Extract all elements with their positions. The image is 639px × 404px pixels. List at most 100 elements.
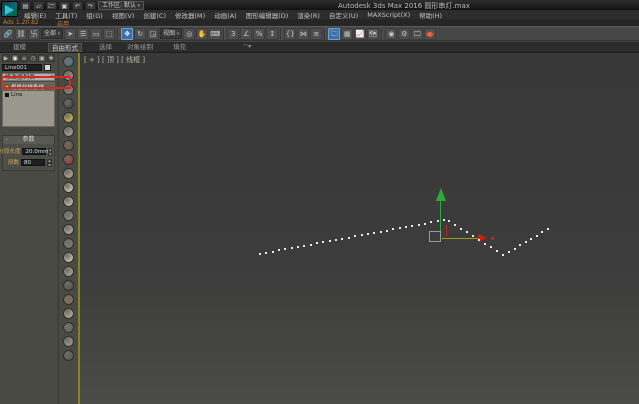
spline-vertex-dot[interactable]	[478, 238, 480, 241]
tab-create[interactable]: ▶	[2, 54, 10, 62]
tab-display[interactable]: ▣	[38, 54, 46, 62]
spline-vertex-dot[interactable]	[460, 227, 462, 230]
strip-icon-6[interactable]	[63, 140, 74, 151]
bind-spacewarp-icon[interactable]: 卐	[28, 27, 40, 40]
strip-icon-4[interactable]	[63, 112, 74, 123]
menu-动画(A)[interactable]: 动画(A)	[214, 10, 237, 20]
selected-vertex-dot[interactable]	[491, 237, 494, 240]
rotate-tool-icon[interactable]: ↻	[134, 27, 147, 40]
spinner-arrows[interactable]: ▴ ▾	[48, 147, 52, 156]
menu-编辑(E)[interactable]: 编辑(E)	[24, 10, 46, 20]
tab-hierarchy[interactable]: ≡	[20, 54, 28, 62]
undo-icon[interactable]: ↶	[72, 1, 83, 10]
spline-vertex-dot[interactable]	[379, 230, 382, 233]
viewport-label[interactable]: [ + ] [ 顶 ] [ 线框 ]	[84, 55, 145, 65]
spline-vertex-dot[interactable]	[443, 219, 445, 221]
ribbon-tab-自由形式[interactable]: 自由形式	[48, 43, 82, 52]
move-tool-icon[interactable]: ✥	[121, 27, 134, 40]
spline-vertex-dot[interactable]	[328, 240, 331, 243]
spline-vertex-dot[interactable]	[484, 242, 486, 245]
ref-coord-dropdown[interactable]: 视图	[160, 28, 183, 39]
strip-icon-12[interactable]	[63, 224, 74, 235]
manipulate-icon[interactable]: ✋	[196, 27, 209, 40]
strip-icon-21[interactable]	[63, 350, 74, 361]
spline-vertex-dot[interactable]	[502, 254, 504, 256]
spline-vertex-dot[interactable]	[448, 220, 450, 222]
spline-vertex-dot[interactable]	[404, 226, 407, 229]
tab-utilities[interactable]: ✚	[47, 54, 55, 62]
ribbon-tab-填充[interactable]: 填充	[170, 43, 189, 52]
menu-组(G)[interactable]: 组(G)	[86, 10, 103, 20]
menu-渲染(R)[interactable]: 渲染(R)	[297, 10, 320, 20]
param-spinner-field[interactable]: 20.0mm	[22, 147, 48, 155]
render-frame-icon[interactable]: 🖵	[411, 27, 424, 40]
spline-vertex-dot[interactable]	[316, 242, 319, 245]
viewport-top[interactable]: [ + ] [ 顶 ] [ 线框 ]	[78, 53, 639, 404]
strip-icon-20[interactable]	[63, 336, 74, 347]
gizmo-x-axis[interactable]	[442, 238, 478, 239]
spline-vertex-dot[interactable]	[490, 246, 492, 249]
spline-vertex-dot[interactable]	[454, 223, 456, 226]
object-name-field[interactable]: Line001	[2, 64, 42, 71]
menu-工具(T)[interactable]: 工具(T)	[55, 10, 77, 20]
select-link-icon[interactable]: 🔗	[2, 27, 14, 40]
spline-vertex-dot[interactable]	[366, 233, 369, 236]
menu-MAXScript(X)[interactable]: MAXScript(X)	[367, 11, 410, 19]
max-logo-button[interactable]	[1, 1, 18, 17]
spline-vertex-dot[interactable]	[341, 237, 344, 240]
spline-vertex-dot[interactable]	[411, 224, 414, 227]
redo-icon[interactable]: ↷	[85, 1, 96, 10]
kbd-override-icon[interactable]: ⌨	[209, 27, 222, 40]
strip-icon-5[interactable]	[63, 126, 74, 137]
spline-vertex-dot[interactable]	[417, 223, 420, 226]
workspace-dropdown[interactable]: 工作区: 默认	[98, 1, 145, 10]
spline-vertex-dot[interactable]	[265, 251, 268, 254]
param-spinner-field[interactable]: 80	[21, 158, 45, 166]
scale-tool-icon[interactable]: ◲	[147, 27, 160, 40]
spline-vertex-dot[interactable]	[284, 248, 287, 251]
spline-vertex-dot[interactable]	[508, 251, 510, 253]
spline-vertex-dot[interactable]	[547, 228, 549, 230]
menu-自定义(U)[interactable]: 自定义(U)	[329, 10, 358, 20]
open-file-icon[interactable]: 🗁	[46, 1, 57, 10]
spline-vertex-dot[interactable]	[297, 245, 300, 248]
angle-snap-icon[interactable]: ∠	[240, 27, 253, 40]
strip-icon-13[interactable]	[63, 238, 74, 249]
menu-视图(V)[interactable]: 视图(V)	[112, 10, 135, 20]
spline-vertex-dot[interactable]	[398, 227, 401, 230]
menu-图形编辑器(D)[interactable]: 图形编辑器(D)	[246, 10, 289, 20]
spline-vertex-dot[interactable]	[423, 222, 426, 225]
spline-vertex-dot[interactable]	[259, 253, 261, 255]
spline-vertex-dot[interactable]	[290, 247, 293, 250]
spline-vertex-dot[interactable]	[524, 241, 527, 244]
strip-icon-15[interactable]	[63, 266, 74, 277]
selection-filter-dropdown[interactable]: 全部	[41, 28, 64, 39]
save-icon[interactable]: ▣	[59, 1, 70, 10]
render-setup-icon[interactable]: ⚙	[398, 27, 411, 40]
spline-vertex-dot[interactable]	[496, 250, 498, 253]
strip-icon-14[interactable]	[63, 252, 74, 263]
strip-icon-9[interactable]	[63, 182, 74, 193]
spline-vertex-dot[interactable]	[436, 220, 439, 223]
material-editor-icon[interactable]: ◉	[385, 27, 398, 40]
ribbon-toggle-icon[interactable]: ▦	[341, 27, 354, 40]
stack-item-line[interactable]: Line	[3, 91, 54, 99]
spline-vertex-dot[interactable]	[354, 235, 357, 238]
strip-icon-16[interactable]	[63, 280, 74, 291]
new-file-icon[interactable]: ▱	[33, 1, 44, 10]
menu-帮助(H)[interactable]: 帮助(H)	[419, 10, 442, 20]
spline-vertex-dot[interactable]	[309, 243, 312, 246]
strip-icon-7[interactable]	[63, 154, 74, 165]
strip-icon-18[interactable]	[63, 308, 74, 319]
spline-vertex-dot[interactable]	[519, 244, 522, 247]
tab-modify[interactable]: ◉	[11, 54, 19, 62]
percent-snap-icon[interactable]: %	[253, 27, 266, 40]
spline-vertex-dot[interactable]	[271, 250, 274, 253]
select-by-name-icon[interactable]: ☰	[77, 27, 90, 40]
spline-vertex-dot[interactable]	[303, 244, 306, 247]
ribbon-tab-建模[interactable]: 建模	[10, 43, 29, 52]
spline-vertex-dot[interactable]	[535, 234, 538, 237]
spline-vertex-dot[interactable]	[385, 229, 388, 232]
named-sets-icon[interactable]: {}	[284, 27, 297, 40]
spline-vertex-dot[interactable]	[430, 221, 433, 224]
